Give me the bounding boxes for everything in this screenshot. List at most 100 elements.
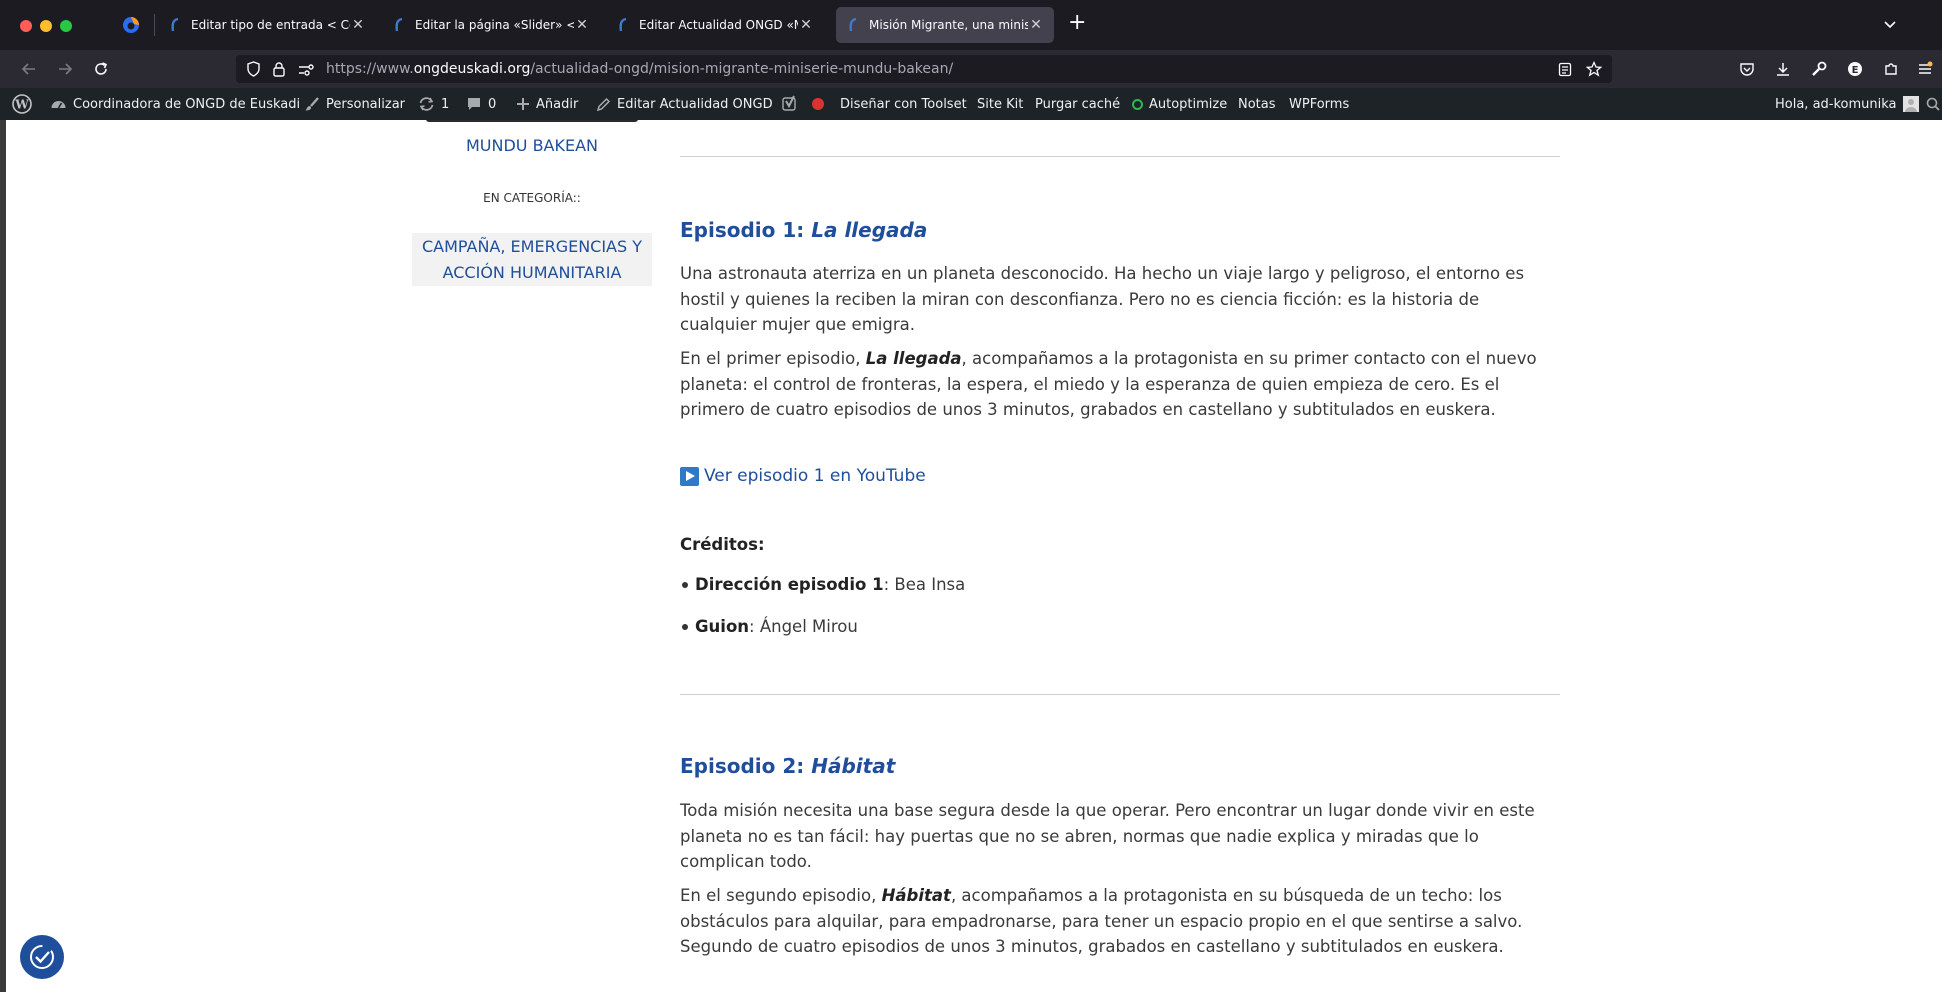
edit-label: Editar Actualidad ONGD [617,96,773,112]
wordpress-admin-bar: W Coordinadora de ONGD de Euskadi Person… [0,88,1942,120]
bookmark-star-icon[interactable] [1585,60,1603,81]
admin-bar-wpforms[interactable]: WPForms [1289,88,1349,120]
tab-editar-actualidad[interactable]: Editar Actualidad ONGD «Misión ✕ [606,7,824,43]
site-permissions-icon[interactable] [298,62,314,81]
tab-close-icon[interactable]: ✕ [1028,17,1044,33]
tab-label: Editar Actualidad ONGD «Misión [639,18,798,32]
paragraph-text: En el segundo episodio, [680,886,882,905]
url-prefix: https://www. [326,61,414,77]
zoom-window-button[interactable] [60,20,72,32]
heading-prefix: Episodio 1: [680,218,812,242]
sidebar-category-label: EN CATEGORÍA:: [483,191,581,205]
admin-bar-purge-cache[interactable]: Purgar caché [1035,88,1120,120]
admin-bar-updates[interactable]: 1 [418,88,449,120]
add-new-label: Añadir [536,96,579,112]
site-favicon-icon [616,18,630,32]
autoptimize-label: Autoptimize [1149,96,1228,112]
episode-2-heading: Episodio 2: Hábitat [680,754,1560,778]
bullet-dot-icon [682,623,688,630]
episode-1-intro-paragraph: Una astronauta aterriza en un planeta de… [680,264,1525,334]
admin-bar-customize[interactable]: Personalizar [304,88,405,120]
close-window-button[interactable] [20,20,32,32]
seo-status-red-dot-icon [812,98,824,110]
admin-bar-comments[interactable]: 0 [466,88,496,120]
list-item: Guion: Ángel Mirou [680,617,1560,636]
pencil-icon [596,97,611,111]
admin-bar-toolset[interactable]: Diseñar con Toolset [840,88,967,120]
yoast-seo-icon[interactable] [782,88,824,120]
site-favicon-icon [168,18,182,32]
updates-refresh-icon [419,97,434,111]
cookie-consent-button[interactable] [20,935,64,979]
section-divider [680,156,1560,157]
url-domain: ongdeuskadi.org [413,61,531,77]
admin-bar-site-kit[interactable]: Site Kit [977,88,1023,120]
sidebar-category-link[interactable]: CAMPAÑA, EMERGENCIAS Y ACCIÓN HUMANITARI… [412,233,652,286]
reload-icon[interactable] [90,58,112,80]
svg-text:E: E [1852,65,1859,76]
tab-close-icon[interactable]: ✕ [350,17,366,33]
wpforms-label: WPForms [1289,96,1350,112]
wordpress-logo-icon[interactable]: W [12,88,38,120]
downloads-icon[interactable] [1772,58,1794,80]
comments-count: 0 [488,96,497,112]
admin-bar-search-icon[interactable] [1926,88,1942,120]
credits-label: Créditos: [680,535,765,554]
site-name-label: Coordinadora de ONGD de Euskadi [73,96,301,112]
tracking-protection-shield-icon[interactable] [246,61,261,81]
link-label: Ver episodio 1 en YouTube [704,466,926,486]
site-favicon-icon [392,18,406,32]
customize-label: Personalizar [326,96,406,112]
browser-tab-strip: Editar tipo de entrada < Coordin ✕ Edita… [0,0,1942,50]
credits-heading: Créditos: [680,532,1560,558]
address-bar[interactable]: https://www.ongdeuskadi.org/actualidad-o… [236,55,1612,83]
admin-bar-notes[interactable]: Notas [1238,88,1276,120]
browser-navigation-bar: https://www.ongdeuskadi.org/actualidad-o… [0,50,1942,88]
avatar [1902,96,1919,112]
svg-text:W: W [14,98,29,112]
tab-editar-tipo-entrada[interactable]: Editar tipo de entrada < Coordin ✕ [158,7,376,43]
extension-e-icon[interactable]: E [1844,58,1866,80]
greeting-label: Hola, ad-komunika [1775,96,1897,112]
tab-close-icon[interactable]: ✕ [798,17,814,33]
credit-role: Dirección episodio 1 [695,575,884,594]
sidebar-post-title[interactable]: MUNDU BAKEAN [412,136,652,155]
extensions-puzzle-icon[interactable] [1880,58,1902,80]
padlock-icon[interactable] [272,61,286,81]
tab-close-icon[interactable]: ✕ [574,17,590,33]
admin-bar-add-new[interactable]: Añadir [516,88,578,120]
admin-bar-account[interactable]: Hola, ad-komunika [1775,88,1919,120]
list-all-tabs-chevron-icon[interactable] [1882,16,1898,36]
pocket-icon[interactable] [1736,58,1758,80]
minimize-window-button[interactable] [40,20,52,32]
site-kit-label: Site Kit [977,96,1024,112]
tab-label: Editar tipo de entrada < Coordin [191,18,350,32]
admin-bar-autoptimize[interactable]: Autoptimize [1132,88,1227,120]
firefox-view-icon[interactable] [122,16,140,34]
episode-1-youtube-link[interactable]: Ver episodio 1 en YouTube [680,466,1560,486]
forward-arrow-icon[interactable] [54,58,76,80]
episode-2-detail-paragraph: En el segundo episodio, Hábitat, acompañ… [680,883,1560,960]
heading-episode-name: Hábitat [811,754,896,778]
tab-label: Misión Migrante, una miniserie d [869,18,1028,32]
paragraph-bold-title: Hábitat [881,886,951,905]
dashboard-gauge-icon [51,101,66,109]
app-menu-icon[interactable] [1914,58,1936,80]
tab-mision-migrante-active[interactable]: Misión Migrante, una miniserie d ✕ [836,7,1054,43]
reader-view-icon[interactable] [1558,62,1572,81]
back-arrow-icon[interactable] [18,58,40,80]
url-path: /actualidad-ongd/mision-migrante-miniser… [530,61,954,77]
comment-bubble-icon [468,98,480,110]
developer-tools-wrench-icon[interactable] [1808,58,1830,80]
admin-bar-edit[interactable]: Editar Actualidad ONGD [596,88,773,120]
tab-editar-pagina-slider[interactable]: Editar la página «Slider» < Coor ✕ [382,7,600,43]
url-text[interactable]: https://www.ongdeuskadi.org/actualidad-o… [326,61,953,77]
admin-bar-site-name[interactable]: Coordinadora de ONGD de Euskadi [50,88,300,120]
purge-cache-label: Purgar caché [1035,96,1121,112]
site-favicon-icon [846,18,860,32]
paragraph-text: En el primer episodio, [680,349,866,368]
new-tab-plus-icon[interactable]: + [1068,12,1086,34]
tab-label: Editar la página «Slider» < Coor [415,18,574,32]
play-button-icon [680,466,699,486]
consent-checkmark-icon [30,945,54,969]
